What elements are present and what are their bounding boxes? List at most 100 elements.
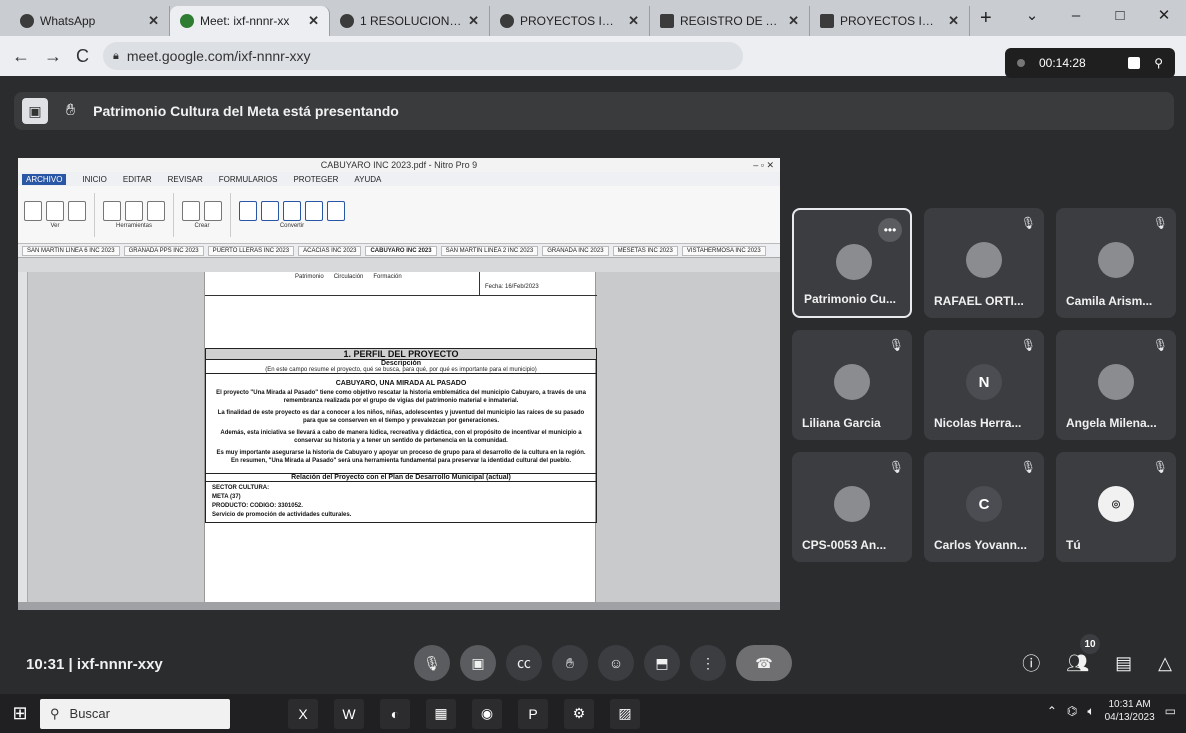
pdf-doc-tab[interactable]: VISTAHERMOSA INC 2023 xyxy=(681,245,766,256)
stop-recording-icon[interactable] xyxy=(1128,57,1141,69)
info-icon[interactable]: ⚲ xyxy=(1154,56,1163,70)
emoji-icon[interactable]: ☺ xyxy=(598,645,634,681)
chevron-up-icon[interactable]: ⌃ xyxy=(1047,704,1057,718)
select-icon[interactable] xyxy=(103,200,121,221)
camera-toggle-icon[interactable]: ▣ xyxy=(460,645,496,681)
pdf-menu-archivo[interactable]: ARCHIVO xyxy=(22,173,67,185)
edge-icon[interactable]: ◐ xyxy=(380,698,410,729)
pdf-viewer[interactable]: Patrimonio Circulación Formación Fecha: … xyxy=(18,272,780,602)
raise-hand-icon[interactable]: ✋︎ xyxy=(552,645,588,681)
browser-tab[interactable]: REGISTRO DE ASISTE✕ xyxy=(650,6,810,36)
tab-search-button[interactable]: ⌄ xyxy=(1010,0,1054,30)
pdf-doc-tab[interactable]: PUERTO LLERAS INC 2023 xyxy=(207,245,295,256)
drive-icon xyxy=(500,14,514,28)
participant-tile[interactable]: 🎙︎ CPS-0053 An... xyxy=(792,452,912,562)
participant-tile[interactable]: ••• Patrimonio Cu... xyxy=(792,208,912,318)
more-options-icon[interactable]: ••• xyxy=(878,218,902,242)
pdf-doc-tab[interactable]: GRANADA INC 2023 xyxy=(542,245,609,256)
new-tab-button[interactable]: + xyxy=(970,7,1002,36)
volume-icon[interactable]: 🔈︎ xyxy=(1087,704,1094,719)
participant-name: Nicolas Herra... xyxy=(934,416,1022,430)
windows-start-icon[interactable]: ⊞ xyxy=(0,703,40,724)
people-icon[interactable]: 👥︎ xyxy=(1066,653,1089,674)
maximize-button[interactable]: □ xyxy=(1098,0,1142,30)
to-word-icon[interactable] xyxy=(239,200,257,221)
pdf-menu-editar[interactable]: EDITAR xyxy=(123,175,152,184)
to-image-icon[interactable] xyxy=(305,200,323,221)
pdf-doc-tab[interactable]: ACACIAS INC 2023 xyxy=(298,245,362,256)
leave-call-icon[interactable]: ☎ xyxy=(736,645,792,681)
chrome-icon[interactable]: ◉ xyxy=(472,698,502,729)
network-icon[interactable]: ⌬ xyxy=(1067,704,1077,718)
taskbar-search[interactable]: ⚲ Buscar xyxy=(40,698,230,729)
pdf-create-icon[interactable] xyxy=(182,200,200,221)
shared-screen: CABUYARO INC 2023.pdf - Nitro Pro 9 – ▫ … xyxy=(18,158,780,610)
info-icon[interactable]: ⓘ xyxy=(1022,650,1040,676)
rotate-icon[interactable] xyxy=(68,200,86,221)
close-icon[interactable]: ✕ xyxy=(948,13,959,29)
mic-off-icon: 🎙︎ xyxy=(1020,460,1036,474)
browser-tab[interactable]: PROYECTOS INC 202:✕ xyxy=(810,6,970,36)
producto-text: PRODUCTO: CODIGO: 3301052. xyxy=(212,503,303,509)
file-explorer-icon[interactable]: ▦ xyxy=(426,698,456,729)
participant-tile-self[interactable]: 🎙︎ ◎ Tú xyxy=(1056,452,1176,562)
reload-icon[interactable]: C xyxy=(76,46,89,67)
pdf-doc-tab[interactable]: MESETAS INC 2023 xyxy=(612,245,678,256)
zoom-icon[interactable] xyxy=(46,200,64,221)
word-icon[interactable]: W xyxy=(334,698,364,729)
pdf-menu-formularios[interactable]: FORMULARIOS xyxy=(219,175,278,184)
settings-icon[interactable]: ⚙ xyxy=(564,698,594,729)
to-other-icon[interactable] xyxy=(327,200,345,221)
pdf-doc-tab[interactable]: SAN MARTIN LINEA 6 INC 2023 xyxy=(22,245,120,256)
browser-tab[interactable]: PROYECTOS INC 202✕ xyxy=(490,6,650,36)
mic-toggle-icon[interactable]: 🎙︎ xyxy=(414,645,450,681)
recording-dot-icon xyxy=(1017,59,1025,67)
stop-presenting-icon[interactable]: ▣ xyxy=(22,98,48,124)
minimize-button[interactable]: – xyxy=(1054,0,1098,30)
to-powerpoint-icon[interactable] xyxy=(283,200,301,221)
pdf-menu-proteger[interactable]: PROTEGER xyxy=(293,175,338,184)
participant-tile[interactable]: 🎙︎ C Carlos Yovann... xyxy=(924,452,1044,562)
taskbar-clock[interactable]: 10:31 AM 04/13/2023 xyxy=(1105,698,1155,724)
powerpoint-icon[interactable]: P xyxy=(518,698,548,729)
url-field[interactable]: 🔒︎ meet.google.com/ixf-nnnr-xxy xyxy=(103,42,743,70)
participant-tile[interactable]: 🎙︎ Camila Arism... xyxy=(1056,208,1176,318)
browser-tab-active[interactable]: Meet: ixf-nnnr-xx ✕ xyxy=(170,6,330,36)
photos-icon[interactable]: ▨ xyxy=(610,698,640,729)
meeting-code: ixf-nnnr-xxy xyxy=(76,656,163,673)
to-excel-icon[interactable] xyxy=(261,200,279,221)
pdf-doc-tab[interactable]: GRANADA PPS INC 2023 xyxy=(123,245,204,256)
notifications-icon[interactable]: ▭ xyxy=(1165,704,1176,718)
browser-tab[interactable]: 1 RESOLUCION_037-:✕ xyxy=(330,6,490,36)
hand-tool-icon[interactable] xyxy=(24,200,42,221)
close-icon[interactable]: ✕ xyxy=(308,13,319,29)
captions-icon[interactable]: ㏄ xyxy=(506,645,542,681)
pdf-menu-revisar[interactable]: REVISAR xyxy=(168,175,203,184)
chat-icon[interactable]: ▤ xyxy=(1115,653,1132,674)
type-text-icon[interactable] xyxy=(125,200,143,221)
participant-tile[interactable]: 🎙︎ N Nicolas Herra... xyxy=(924,330,1044,440)
pdf-menu-inicio[interactable]: INICIO xyxy=(82,175,106,184)
activities-icon[interactable]: △ xyxy=(1158,653,1172,674)
close-icon[interactable]: ✕ xyxy=(788,13,799,29)
pdf-doc-tab[interactable]: SAN MARTIN LINEA 2 INC 2023 xyxy=(440,245,539,256)
pdf-menu-ayuda[interactable]: AYUDA xyxy=(354,175,381,184)
pdf-sidebar[interactable] xyxy=(18,272,28,602)
participant-tile[interactable]: 🎙︎ Liliana Garcia xyxy=(792,330,912,440)
present-icon[interactable]: ⬒ xyxy=(644,645,680,681)
close-icon[interactable]: ✕ xyxy=(628,13,639,29)
excel-icon[interactable]: X xyxy=(288,698,318,729)
close-window-button[interactable]: ✕ xyxy=(1142,0,1186,30)
close-icon[interactable]: ✕ xyxy=(468,13,479,29)
quicksign-icon[interactable] xyxy=(147,200,165,221)
pdf-doc-tab-active[interactable]: CABUYARO INC 2023 xyxy=(365,245,437,256)
back-icon[interactable]: ← xyxy=(12,46,30,67)
participant-tile[interactable]: 🎙︎ RAFAEL ORTI... xyxy=(924,208,1044,318)
more-options-icon[interactable]: ⋮ xyxy=(690,645,726,681)
combine-icon[interactable] xyxy=(204,200,222,221)
participant-tile[interactable]: 🎙︎ Angela Milena... xyxy=(1056,330,1176,440)
browser-tab[interactable]: WhatsApp ✕ xyxy=(10,6,170,36)
checkbox-patrimonio: Patrimonio xyxy=(295,274,324,280)
forward-icon[interactable]: → xyxy=(44,46,62,67)
close-icon[interactable]: ✕ xyxy=(148,13,159,29)
